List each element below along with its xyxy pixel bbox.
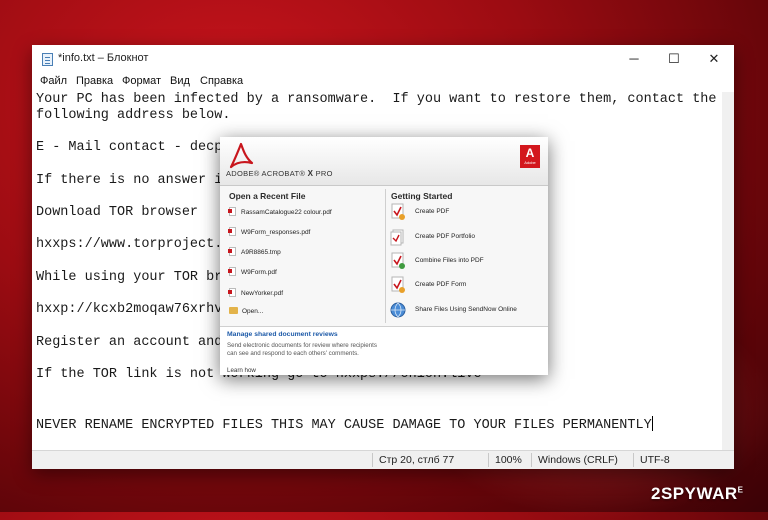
manage-reviews-description: Send electronic documents for review whe… bbox=[227, 342, 377, 357]
recent-file-name: W9Form_responses.pdf bbox=[241, 229, 311, 236]
pdf-file-icon bbox=[228, 247, 236, 256]
ransom-text-line: If there is no answer in bbox=[36, 173, 231, 188]
share-globe-icon bbox=[390, 302, 406, 318]
combine-files-label: Combine Files into PDF bbox=[415, 257, 484, 264]
acrobat-footer: Manage shared document reviews Send elec… bbox=[220, 326, 548, 375]
ransom-text-line: NEVER RENAME ENCRYPTED FILES THIS MAY CA… bbox=[36, 418, 652, 433]
recent-file-item[interactable]: A9R8865.tmp bbox=[228, 247, 281, 259]
brand-suffix: PRO bbox=[315, 169, 333, 178]
learn-how-link[interactable]: Learn how bbox=[227, 367, 256, 374]
ransom-text-line: Register an account and bbox=[36, 335, 223, 350]
maximize-button[interactable]: ☐ bbox=[654, 45, 694, 73]
ransom-text-line: While using your TOR bro bbox=[36, 270, 231, 285]
menu-file[interactable]: Файл bbox=[40, 75, 67, 87]
title-bar[interactable]: *info.txt – Блокнот ─ ☐ ✕ bbox=[32, 45, 734, 73]
recent-file-name: NewYorker.pdf bbox=[241, 290, 284, 297]
pdf-file-icon bbox=[228, 288, 236, 297]
acrobat-welcome-window: ADOBE® ACROBAT® X PRO Adobe Open a Recen… bbox=[220, 137, 548, 375]
recent-file-name: RassamCatalogue22 colour.pdf bbox=[241, 209, 332, 216]
recent-file-item[interactable]: W9Form_responses.pdf bbox=[228, 227, 311, 239]
close-button[interactable]: ✕ bbox=[694, 45, 734, 73]
pdf-portfolio-icon bbox=[390, 229, 404, 246]
menu-help[interactable]: Справка bbox=[200, 75, 243, 87]
status-position: Стр 20, стлб 77 bbox=[372, 453, 454, 467]
recent-file-item[interactable]: NewYorker.pdf bbox=[228, 288, 284, 300]
acrobat-swirl-logo bbox=[229, 142, 254, 169]
pdf-file-icon bbox=[228, 207, 236, 216]
recent-file-name: W9Form.pdf bbox=[241, 269, 277, 276]
adobe-logo-text: Adobe bbox=[524, 160, 536, 165]
status-encoding: UTF-8 bbox=[633, 453, 670, 467]
watermark: 2SPYWARE bbox=[651, 484, 743, 504]
recent-file-item[interactable]: RassamCatalogue22 colour.pdf bbox=[228, 207, 332, 219]
watermark-text: 2SPYWAR bbox=[651, 484, 738, 503]
getting-started-heading: Getting Started bbox=[391, 191, 453, 201]
combine-files-icon bbox=[391, 252, 405, 269]
vertical-scrollbar[interactable] bbox=[722, 92, 734, 460]
pdf-file-icon bbox=[228, 267, 236, 276]
menu-bar: Файл Правка Формат Вид Справка bbox=[32, 73, 734, 92]
acrobat-header: ADOBE® ACROBAT® X PRO Adobe bbox=[220, 137, 548, 186]
window-title: *info.txt – Блокнот bbox=[58, 52, 149, 64]
menu-edit[interactable]: Правка bbox=[76, 75, 113, 87]
ransom-text-last-line: NEVER RENAME ENCRYPTED FILES THIS MAY CA… bbox=[36, 416, 653, 433]
notepad-icon bbox=[42, 53, 53, 66]
pdf-form-label: Create PDF Form bbox=[415, 281, 467, 288]
ransom-text-line: Download TOR browser bbox=[36, 205, 199, 220]
ransom-text-line: E - Mail contact - decph bbox=[36, 140, 231, 155]
recent-file-name: A9R8865.tmp bbox=[241, 249, 281, 256]
status-zoom: 100% bbox=[488, 453, 522, 467]
minimize-button[interactable]: ─ bbox=[614, 45, 654, 73]
create-pdf-label: Create PDF bbox=[415, 208, 450, 215]
pdf-file-icon bbox=[228, 227, 236, 236]
column-divider bbox=[385, 189, 386, 323]
ransom-text-line: following address below. bbox=[36, 108, 231, 123]
ransom-text-line: hxxp://kcxb2moqaw76xrhv. bbox=[36, 302, 231, 317]
recent-file-item[interactable]: W9Form.pdf bbox=[228, 267, 277, 279]
manage-reviews-link[interactable]: Manage shared document reviews bbox=[227, 331, 338, 338]
pdf-form-icon bbox=[391, 276, 405, 293]
pdf-portfolio-label: Create PDF Portfolio bbox=[415, 233, 475, 240]
open-label: Open... bbox=[242, 308, 264, 315]
text-caret bbox=[651, 416, 653, 431]
adobe-logo: Adobe bbox=[520, 145, 540, 168]
status-bar: Стр 20, стлб 77 100% Windows (CRLF) UTF-… bbox=[32, 450, 734, 469]
brand-version: X bbox=[307, 169, 314, 178]
status-line-endings: Windows (CRLF) bbox=[531, 453, 618, 467]
menu-format[interactable]: Формат bbox=[122, 75, 161, 87]
ransom-text-line: Your PC has been infected by a ransomwar… bbox=[36, 92, 717, 107]
ransom-text-line: hxxps://www.torproject.o bbox=[36, 237, 231, 252]
open-file-item[interactable]: Open... bbox=[229, 307, 263, 319]
watermark-suffix: E bbox=[737, 485, 744, 495]
brand-prefix: ADOBE® ACROBAT® bbox=[226, 169, 306, 178]
recent-files-heading: Open a Recent File bbox=[229, 191, 306, 201]
share-files-label: Share Files Using SendNow Online bbox=[415, 306, 517, 313]
menu-view[interactable]: Вид bbox=[170, 75, 190, 87]
folder-icon bbox=[229, 307, 238, 314]
create-pdf-icon bbox=[391, 203, 405, 220]
acrobat-brand: ADOBE® ACROBAT® X PRO bbox=[226, 169, 333, 178]
